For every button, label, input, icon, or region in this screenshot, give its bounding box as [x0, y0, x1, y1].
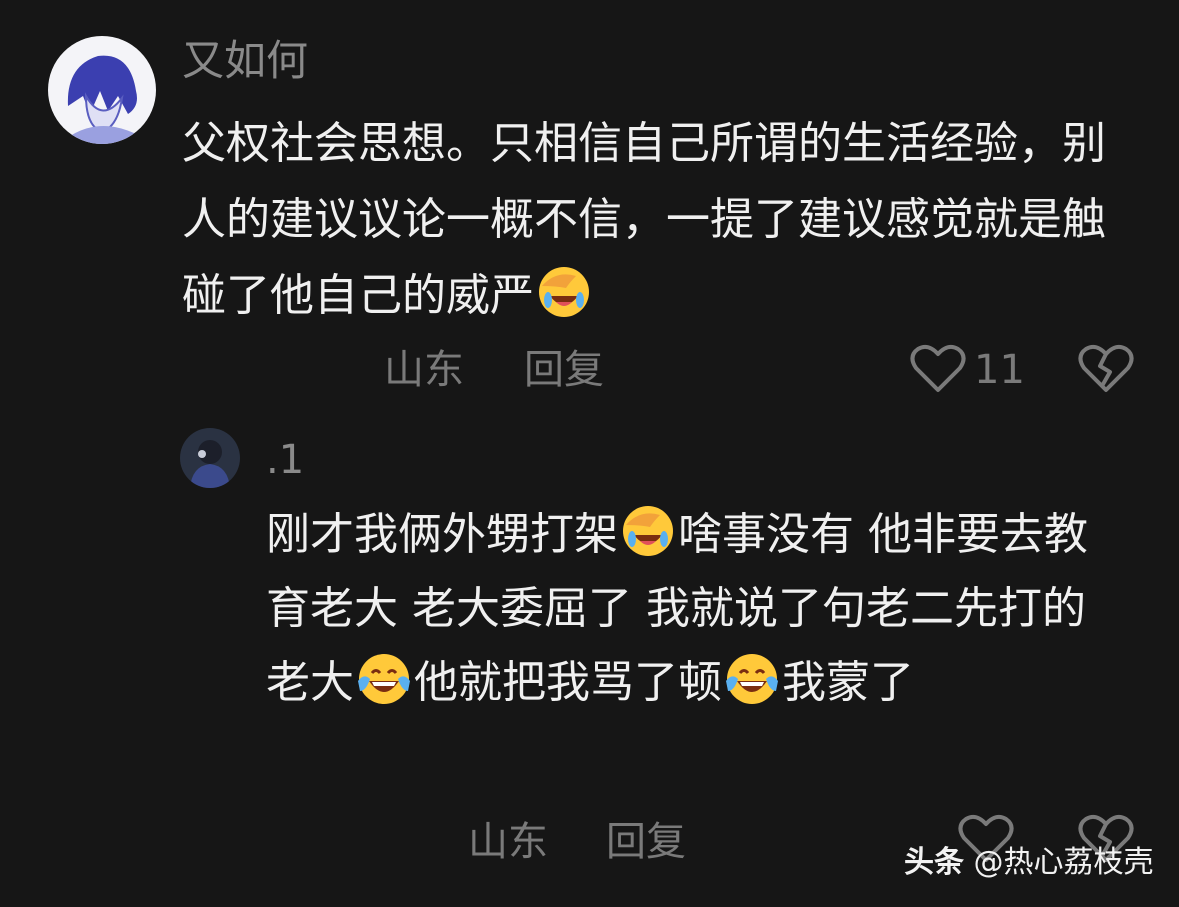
comment-text: 父权社会思想。只相信自己所谓的生活经验，别人的建议议论一概不信，一提了建议感觉就…: [182, 106, 1142, 334]
facepalm-laugh-emoji-icon: [620, 503, 676, 559]
watermark-brand: 头条: [904, 845, 964, 880]
reply-text-part1: 刚才我俩外甥打架: [266, 509, 618, 560]
reply-text-part4: 我蒙了: [782, 657, 914, 708]
like-heart-icon[interactable]: [910, 344, 966, 394]
like-count: 11: [974, 347, 1025, 393]
facepalm-laugh-emoji-icon: [536, 264, 592, 320]
tears-of-joy-emoji-icon: [356, 651, 412, 707]
reply-text-part3: 他就把我骂了顿: [414, 657, 722, 708]
commenter-avatar[interactable]: [48, 36, 156, 144]
watermark: 头条 @热心荔枝壳: [904, 848, 1154, 878]
comment-location: 山东: [384, 347, 464, 393]
reply-text: 刚才我俩外甥打架 啥事没有 他非要去教育老大 老大委屈了 我就说了句老二先打的老大…: [266, 498, 1126, 720]
dislike-broken-heart-icon[interactable]: [1078, 344, 1134, 394]
reply-location: 山东: [468, 819, 548, 865]
commenter-username[interactable]: 又如何: [182, 40, 308, 82]
replier-avatar[interactable]: [180, 428, 240, 488]
watermark-account: @热心荔枝壳: [973, 845, 1154, 880]
comment-reply-button[interactable]: 回复: [524, 350, 604, 390]
tears-of-joy-emoji-icon: [724, 651, 780, 707]
comment-text-body: 父权社会思想。只相信自己所谓的生活经验，别人的建议议论一概不信，一提了建议感觉就…: [182, 118, 1106, 321]
replier-username[interactable]: .1: [266, 440, 304, 480]
reply-reply-button[interactable]: 回复: [606, 822, 686, 862]
